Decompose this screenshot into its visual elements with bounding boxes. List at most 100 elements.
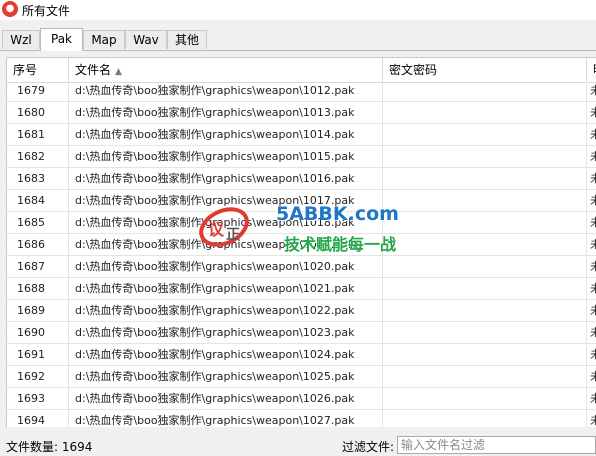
title-bar: ● 所有文件 [0, 0, 596, 20]
table-row[interactable]: 1694 d:\热血传奇\boo独家制作\graphics\weapon\1027… [7, 410, 596, 427]
row-filename: d:\热血传奇\boo独家制作\graphics\weapon\1025.pak [69, 366, 383, 387]
row-number: 1691 [7, 344, 69, 365]
table-row[interactable]: 1690 d:\热血传奇\boo独家制作\graphics\weapon\1023… [7, 322, 596, 344]
row-filename: d:\热血传奇\boo独家制作\graphics\weapon\1019.pak [69, 234, 383, 255]
column-header-no-label: 序号 [13, 63, 38, 77]
app-logo-icon: ● [2, 1, 18, 17]
row-plain: 未 [587, 124, 596, 145]
column-header-password-label: 密文密码 [389, 63, 438, 77]
row-plain: 未 [587, 344, 596, 365]
table-row[interactable]: 1688 d:\热血传奇\boo独家制作\graphics\weapon\1021… [7, 278, 596, 300]
row-plain: 未 [587, 234, 596, 255]
row-plain: 未 [587, 168, 596, 189]
row-filename: d:\热血传奇\boo独家制作\graphics\weapon\1012.pak [69, 80, 383, 101]
row-filename: d:\热血传奇\boo独家制作\graphics\weapon\1021.pak [69, 278, 383, 299]
row-password [383, 234, 587, 255]
tab-bar: Wzl Pak Map Wav 其他 [0, 28, 596, 51]
row-plain: 未 [587, 190, 596, 211]
tab-other[interactable]: 其他 [167, 30, 207, 49]
row-plain: 未 [587, 102, 596, 123]
column-header-filename-label: 文件名 [75, 63, 112, 77]
row-filename: d:\热血传奇\boo独家制作\graphics\weapon\1027.pak [69, 410, 383, 427]
row-password [383, 344, 587, 365]
table-row[interactable]: 1684 d:\热血传奇\boo独家制作\graphics\weapon\1017… [7, 190, 596, 212]
window-title: 所有文件 [22, 4, 71, 18]
table-row[interactable]: 1691 d:\热血传奇\boo独家制作\graphics\weapon\1024… [7, 344, 596, 366]
row-filename: d:\热血传奇\boo独家制作\graphics\weapon\1013.pak [69, 102, 383, 123]
filter-label: 过滤文件: [342, 440, 395, 454]
row-filename: d:\热血传奇\boo独家制作\graphics\weapon\1014.pak [69, 124, 383, 145]
row-number: 1686 [7, 234, 69, 255]
column-header-no[interactable]: 序号 [7, 58, 69, 82]
row-number: 1683 [7, 168, 69, 189]
table-row[interactable]: 1693 d:\热血传奇\boo独家制作\graphics\weapon\1026… [7, 388, 596, 410]
tab-wzl[interactable]: Wzl [2, 30, 40, 49]
row-number: 1681 [7, 124, 69, 145]
row-number: 1688 [7, 278, 69, 299]
row-filename: d:\热血传奇\boo独家制作\graphics\weapon\1023.pak [69, 322, 383, 343]
row-plain: 未 [587, 146, 596, 167]
row-password [383, 278, 587, 299]
row-password [383, 146, 587, 167]
table-row[interactable]: 1685 d:\热血传奇\boo独家制作\graphics\weapon\1018… [7, 212, 596, 234]
table-row[interactable]: 1680 d:\热血传奇\boo独家制作\graphics\weapon\1013… [7, 102, 596, 124]
row-password [383, 124, 587, 145]
table-row[interactable]: 1682 d:\热血传奇\boo独家制作\graphics\weapon\1015… [7, 146, 596, 168]
row-number: 1690 [7, 322, 69, 343]
row-number: 1694 [7, 410, 69, 427]
filter-input[interactable] [397, 436, 596, 454]
table-row[interactable]: 1683 d:\热血传奇\boo独家制作\graphics\weapon\1016… [7, 168, 596, 190]
sort-ascending-icon: ▲ [115, 67, 122, 77]
status-bar: 文件数量: 1694 过滤文件: [0, 432, 596, 456]
file-count: 文件数量: 1694 [6, 440, 93, 454]
row-filename: d:\热血传奇\boo独家制作\graphics\weapon\1017.pak [69, 190, 383, 211]
row-password [383, 300, 587, 321]
row-number: 1689 [7, 300, 69, 321]
table-row[interactable]: 1679 d:\热血传奇\boo独家制作\graphics\weapon\1012… [7, 80, 596, 102]
row-plain: 未 [587, 300, 596, 321]
row-password [383, 190, 587, 211]
column-header-filename[interactable]: 文件名 ▲ [69, 58, 383, 82]
row-plain: 未 [587, 80, 596, 101]
row-filename: d:\热血传奇\boo独家制作\graphics\weapon\1026.pak [69, 388, 383, 409]
row-number: 1687 [7, 256, 69, 277]
file-table: 序号 文件名▲ 密文密码 明 1679d:\热血传奇\boo独家制作\graph… [6, 57, 596, 427]
row-password [383, 168, 587, 189]
row-password [383, 256, 587, 277]
row-password [383, 366, 587, 387]
row-plain: 未 [587, 366, 596, 387]
tab-pak[interactable]: Pak [40, 28, 83, 51]
tab-map[interactable]: Map [83, 30, 125, 49]
row-filename: d:\热血传奇\boo独家制作\graphics\weapon\1020.pak [69, 256, 383, 277]
row-number: 1692 [7, 366, 69, 387]
row-number: 1685 [7, 212, 69, 233]
column-header-plain[interactable]: 明 [587, 58, 596, 82]
row-plain: 未 [587, 410, 596, 427]
row-password [383, 388, 587, 409]
tab-wav[interactable]: Wav [125, 30, 167, 49]
row-plain: 未 [587, 322, 596, 343]
table-row[interactable]: 1689 d:\热血传奇\boo独家制作\graphics\weapon\1022… [7, 300, 596, 322]
row-number: 1680 [7, 102, 69, 123]
row-filename: d:\热血传奇\boo独家制作\graphics\weapon\1024.pak [69, 344, 383, 365]
column-header-password[interactable]: 密文密码 [383, 58, 587, 82]
row-password [383, 102, 587, 123]
row-plain: 未 [587, 388, 596, 409]
row-plain: 未 [587, 212, 596, 233]
table-row[interactable]: 1692 d:\热血传奇\boo独家制作\graphics\weapon\1025… [7, 366, 596, 388]
row-password [383, 80, 587, 101]
row-plain: 未 [587, 278, 596, 299]
row-password [383, 212, 587, 233]
row-filename: d:\热血传奇\boo独家制作\graphics\weapon\1018.pak [69, 212, 383, 233]
row-filename: d:\热血传奇\boo独家制作\graphics\weapon\1016.pak [69, 168, 383, 189]
row-plain: 未 [587, 256, 596, 277]
row-number: 1682 [7, 146, 69, 167]
table-row[interactable]: 1687 d:\热血传奇\boo独家制作\graphics\weapon\1020… [7, 256, 596, 278]
table-row[interactable]: 1686 d:\热血传奇\boo独家制作\graphics\weapon\1019… [7, 234, 596, 256]
table-row[interactable]: 1681 d:\热血传奇\boo独家制作\graphics\weapon\1014… [7, 124, 596, 146]
row-filename: d:\热血传奇\boo独家制作\graphics\weapon\1015.pak [69, 146, 383, 167]
row-number: 1679 [7, 80, 69, 101]
row-password [383, 322, 587, 343]
row-password [383, 410, 587, 427]
row-number: 1693 [7, 388, 69, 409]
